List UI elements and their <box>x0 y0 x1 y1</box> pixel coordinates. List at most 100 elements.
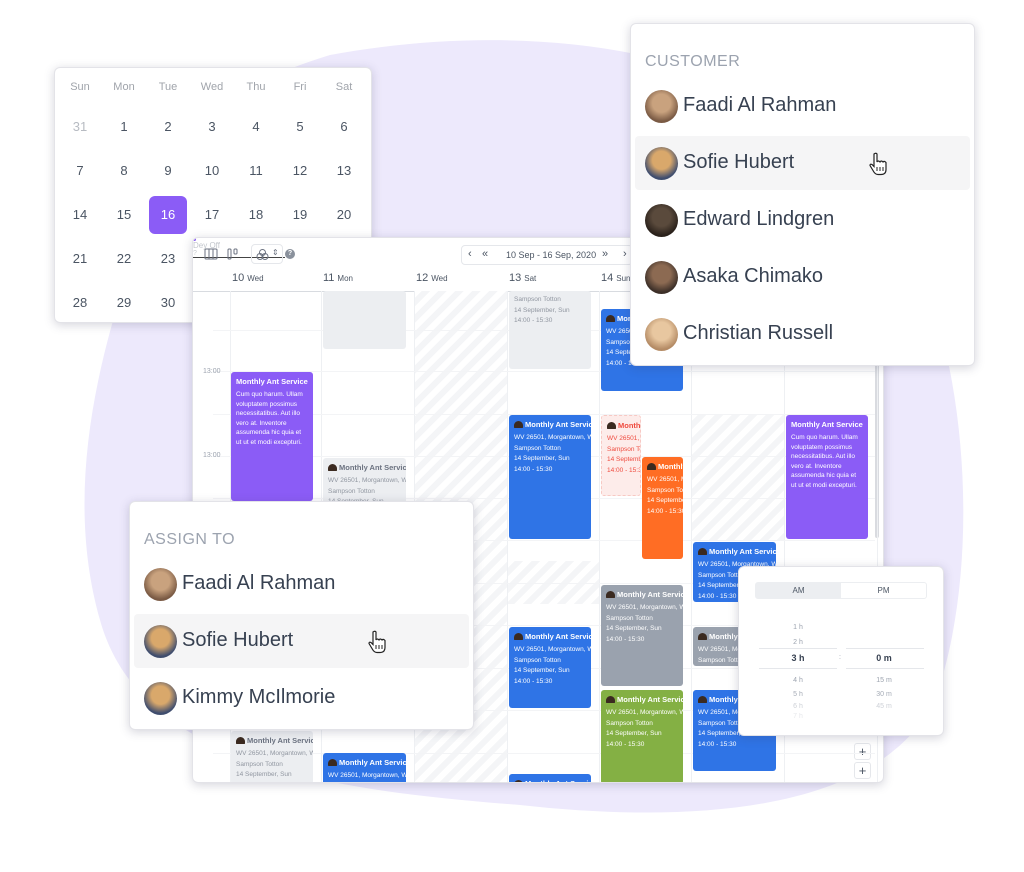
event-card[interactable]: Monthly Ant Service WV 26501, Morgantown,… <box>601 585 683 686</box>
event-card[interactable]: Monthly Ant Service WV 26501, Morgantown,… <box>642 457 683 559</box>
dropdown-option[interactable]: Kimmy McIlmorie <box>134 671 469 725</box>
day-cell[interactable]: 2 <box>149 108 187 146</box>
minute-option-selected[interactable]: 0 m <box>849 653 919 663</box>
dropdown-option[interactable]: Edward Lindgren <box>635 193 970 247</box>
option-name: Faadi Al Rahman <box>182 572 336 594</box>
dropdown-option[interactable]: Asaka Chimako <box>635 250 970 304</box>
day-cell[interactable]: 10 <box>193 152 231 190</box>
event-card[interactable]: Monthly Ant Service Cum quo harum. Ullam … <box>786 415 868 539</box>
mosquito-icon <box>328 464 337 471</box>
event-card[interactable]: Monthly Ant Service WV 26501, Morgantown,… <box>601 415 641 496</box>
day-cell[interactable]: 28 <box>61 284 99 322</box>
event-card[interactable]: Monthly Ant Service WV 26501, Morgantown,… <box>601 690 683 782</box>
day-cell[interactable]: 30 <box>149 284 187 322</box>
event-card[interactable]: Monthly Ant Service WV 26501, Morgantown,… <box>509 415 591 539</box>
day-cell[interactable]: 20 <box>325 196 363 234</box>
day-cell[interactable]: 21 <box>61 240 99 278</box>
event-title: Monthly Ant Service <box>514 631 591 643</box>
hour-option[interactable]: 5 h <box>763 691 833 698</box>
column-header[interactable]: 11 Mon <box>323 272 353 284</box>
day-cell[interactable]: 5 <box>281 108 319 146</box>
hand-cursor-icon <box>867 152 889 176</box>
day-cell[interactable]: 11 <box>237 152 275 190</box>
hour-option-selected[interactable]: 3 h <box>763 653 833 663</box>
event-title-text: Monthly Ant Service <box>525 632 591 641</box>
day-cell[interactable]: 22 <box>105 240 143 278</box>
event-date: 14 September, Sun <box>647 497 683 504</box>
next-fast-button[interactable]: » <box>602 248 608 260</box>
zoom-in-button-2[interactable]: + <box>854 762 871 779</box>
event-card[interactable]: Monthly Ant Service WV 26501, Morgantown,… <box>509 627 591 708</box>
event-card[interactable]: Monthly Ant Service WV 26501, Morgantown,… <box>323 753 406 782</box>
board-view-icon[interactable] <box>226 247 240 261</box>
hour-option[interactable]: 1 h <box>763 624 833 631</box>
event-card[interactable]: Monthly Ant Service <box>509 774 591 782</box>
option-name: Sofie Hubert <box>683 151 795 173</box>
event-name: Sampson Totton <box>647 486 683 494</box>
help-icon[interactable]: ? <box>285 249 295 259</box>
hour-option[interactable]: 7 h <box>763 713 833 720</box>
day-cell[interactable]: 29 <box>105 284 143 322</box>
day-cell[interactable]: 9 <box>149 152 187 190</box>
event-title: Monthly Ant Service <box>514 419 591 431</box>
dropdown-option[interactable]: Sofie Hubert <box>134 614 469 668</box>
dropdown-option[interactable]: Sofie Hubert <box>635 136 970 190</box>
day-cell[interactable]: 14 <box>61 196 99 234</box>
event-card[interactable]: Monthly Ant Service Cum quo harum. Ullam … <box>231 372 313 501</box>
event-name: Sampson Totton <box>514 444 561 452</box>
day-cell[interactable]: 3 <box>193 108 231 146</box>
pm-option[interactable]: PM <box>841 583 926 598</box>
dropdown-option[interactable]: Faadi Al Rahman <box>134 557 469 611</box>
hour-option[interactable]: 4 h <box>763 677 833 684</box>
hour-option[interactable]: 6 h <box>763 703 833 710</box>
event-card[interactable]: Monthly Ant Service WV 26501, Morgantown,… <box>231 731 313 782</box>
day-cell[interactable]: 6 <box>325 108 363 146</box>
event-title-text: Monthly Ant Service <box>617 695 683 704</box>
event-name: Sampson Totton <box>606 614 653 622</box>
event-date: 14 September, Sun <box>607 456 640 463</box>
am-option[interactable]: AM <box>756 583 841 598</box>
next-button[interactable]: › <box>623 248 627 260</box>
mosquito-icon <box>328 759 337 766</box>
hour-option[interactable]: 2 h <box>763 639 833 646</box>
zoom-in-button[interactable]: + <box>854 743 871 760</box>
day-number: 10 <box>232 272 245 284</box>
day-cell[interactable]: 7 <box>61 152 99 190</box>
day-cell[interactable]: 1 <box>105 108 143 146</box>
event-card[interactable]: Sampson Totton 14 September, Sun 14:00 - 1… <box>509 291 591 369</box>
column-header[interactable]: 12 Wed <box>416 272 448 284</box>
day-cell[interactable]: 13 <box>325 152 363 190</box>
group-selector[interactable]: ⇕ <box>251 244 283 264</box>
mosquito-icon <box>647 463 656 470</box>
day-cell[interactable]: 19 <box>281 196 319 234</box>
day-cell[interactable]: 17 <box>193 196 231 234</box>
minute-option[interactable]: 30 m <box>849 691 919 698</box>
day-cell[interactable]: 15 <box>105 196 143 234</box>
dropdown-option[interactable]: Christian Russell <box>635 307 970 361</box>
avatar <box>144 682 177 715</box>
event-title: Monthly Ant Service <box>236 376 308 388</box>
day-number: 12 <box>416 272 429 284</box>
day-cell[interactable]: 23 <box>149 240 187 278</box>
day-cell-selected[interactable]: 16 <box>149 196 187 234</box>
event-card[interactable] <box>323 291 406 349</box>
event-title-text: Monthly Ant Service <box>247 736 313 745</box>
column-header[interactable]: 10 Wed <box>232 272 264 284</box>
column-header[interactable]: 14 Sun <box>601 272 630 284</box>
day-cell[interactable]: 8 <box>105 152 143 190</box>
avatar <box>645 147 678 180</box>
day-cell[interactable]: 31 <box>61 108 99 146</box>
day-cell[interactable]: 4 <box>237 108 275 146</box>
prev-button[interactable]: ‹ <box>468 248 472 260</box>
event-title-text: Monthly Ant Service <box>618 421 641 430</box>
day-cell[interactable]: 18 <box>237 196 275 234</box>
day-cell[interactable]: 12 <box>281 152 319 190</box>
mosquito-icon <box>514 421 523 428</box>
prev-fast-button[interactable]: « <box>482 248 488 260</box>
minute-option[interactable]: 15 m <box>849 677 919 684</box>
dropdown-option[interactable]: Faadi Al Rahman <box>635 79 970 133</box>
minute-option[interactable]: 45 m <box>849 703 919 710</box>
columns-view-icon[interactable] <box>204 247 218 261</box>
divider <box>759 648 837 649</box>
column-header[interactable]: 13 Sat <box>509 272 536 284</box>
